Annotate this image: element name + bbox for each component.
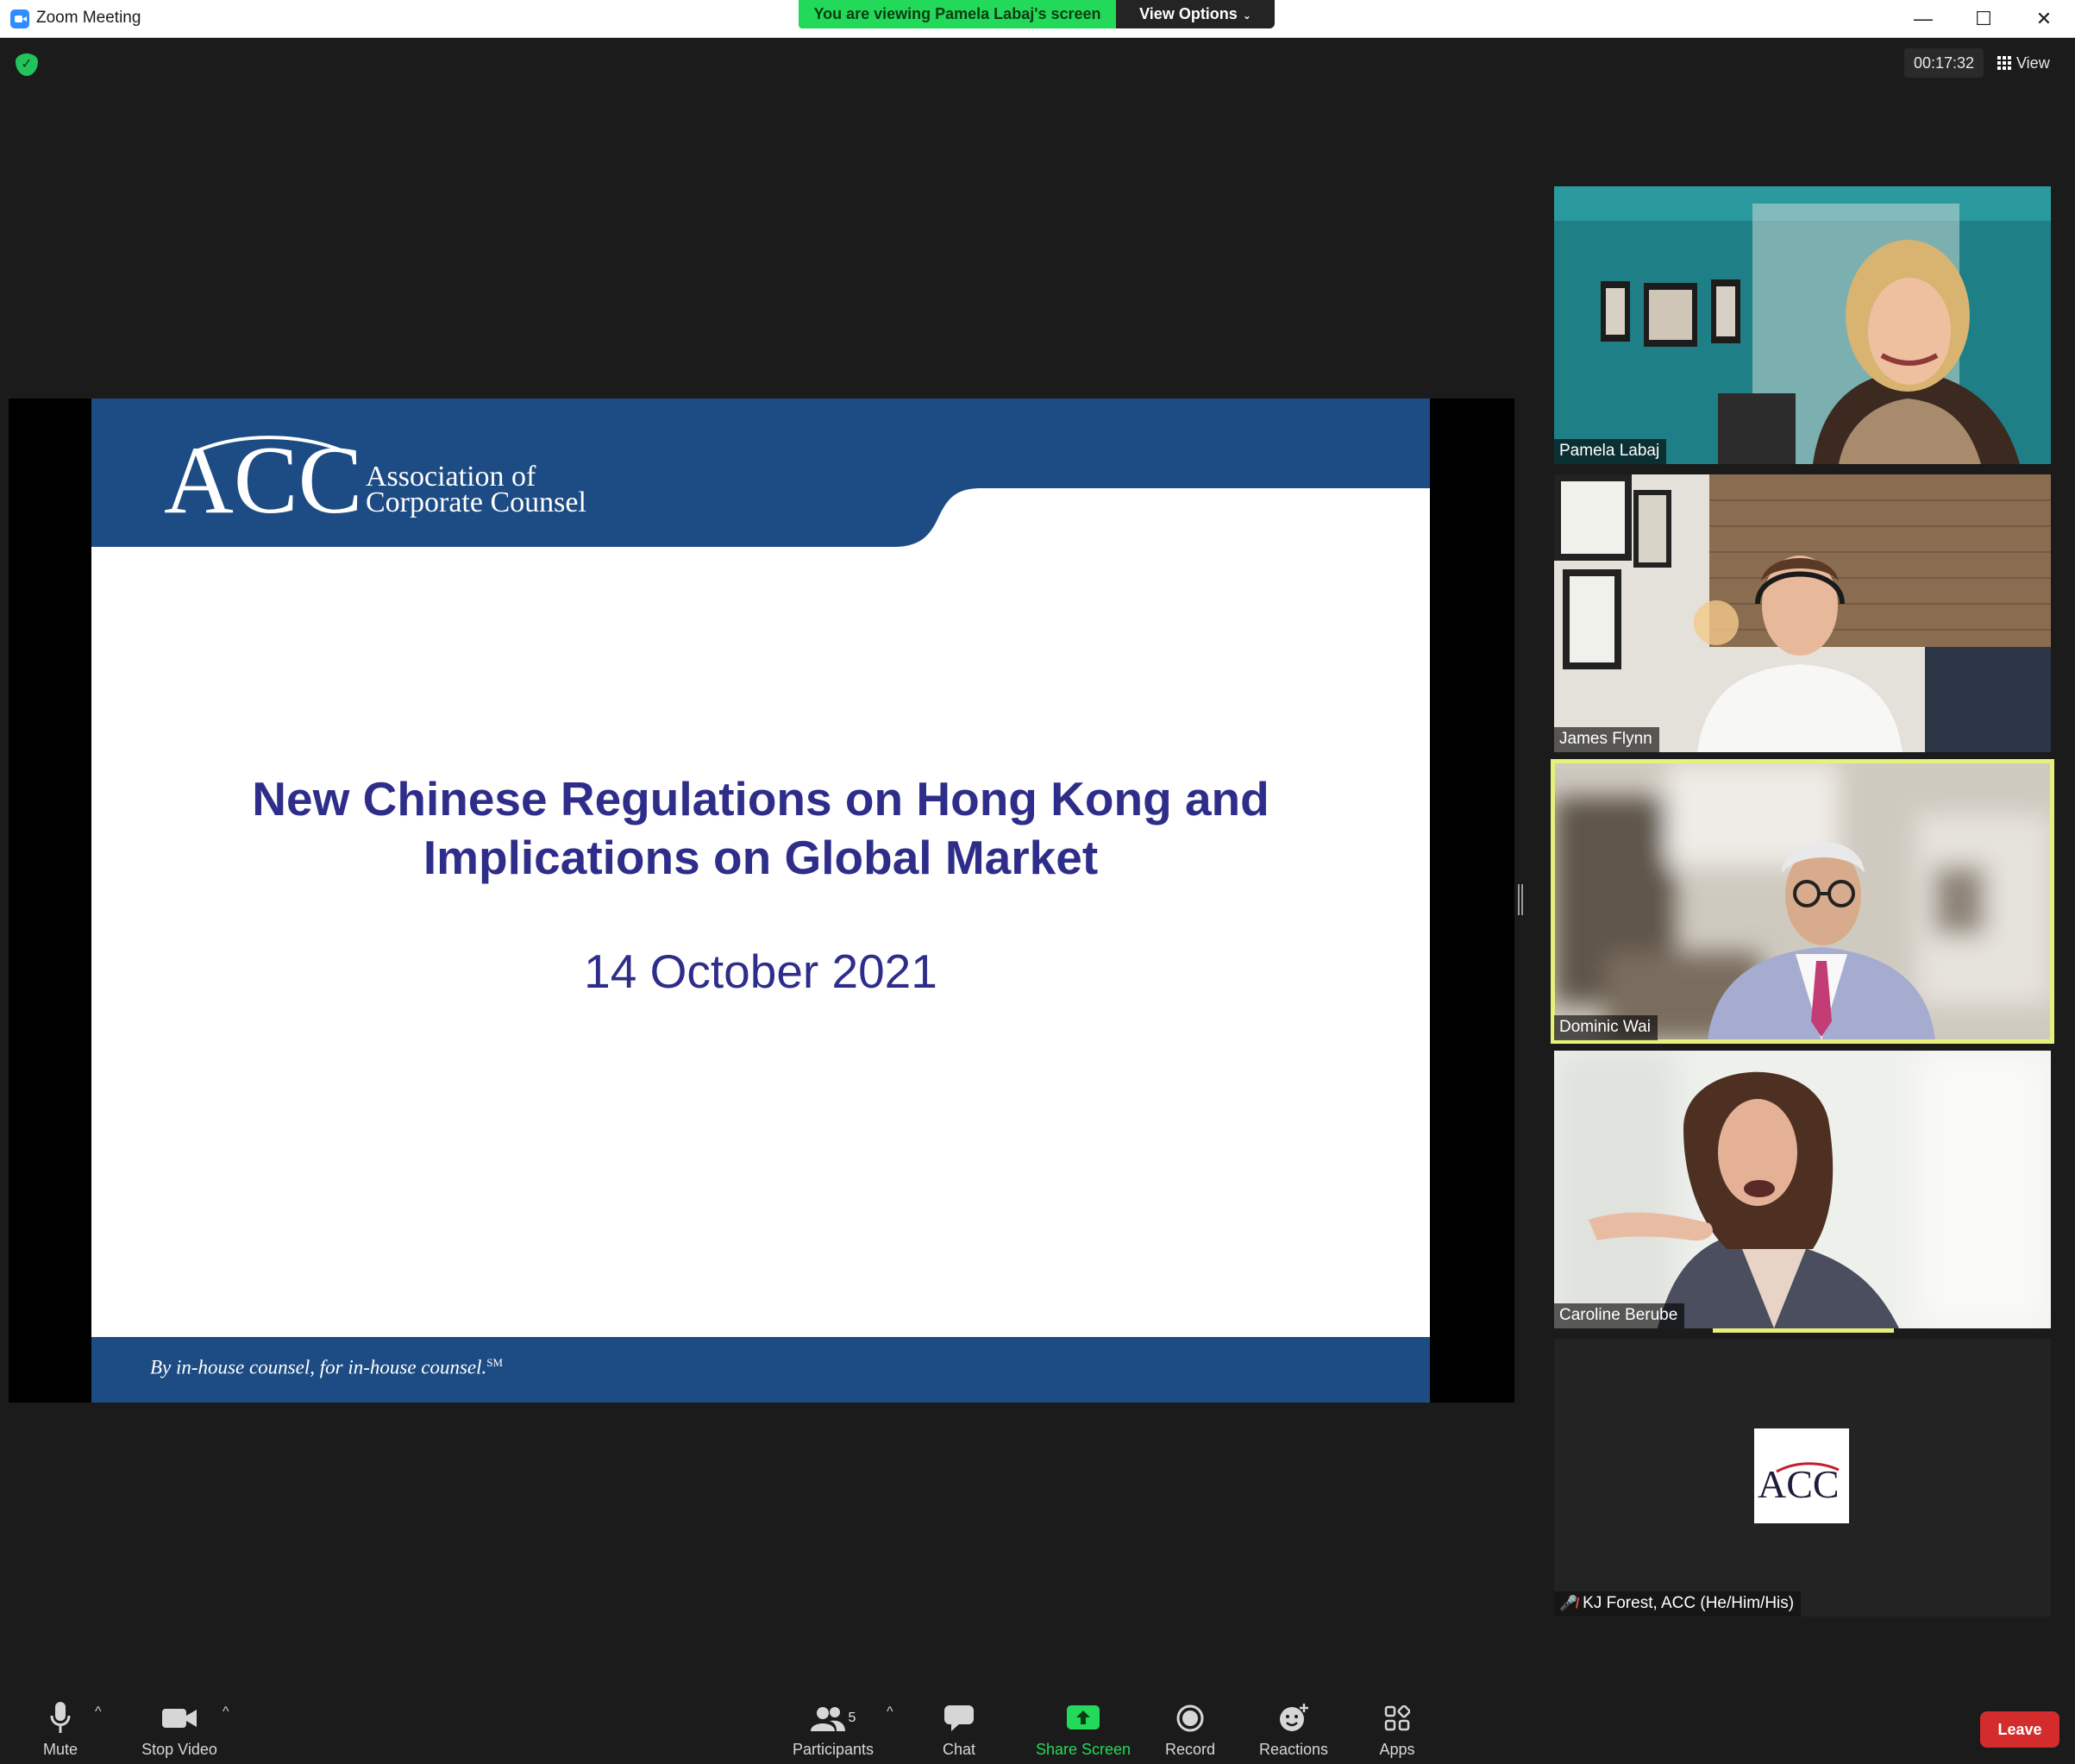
minimize-button[interactable]: —	[1897, 0, 1949, 38]
view-options-label: View Options	[1139, 5, 1238, 22]
apps-button[interactable]: Apps	[1345, 1701, 1449, 1759]
meeting-timer: 00:17:32	[1904, 48, 1984, 78]
stop-video-button[interactable]: Stop Video	[128, 1701, 231, 1759]
reactions-button[interactable]: Reactions	[1242, 1701, 1345, 1759]
stop-video-label: Stop Video	[141, 1741, 217, 1758]
participant-tile-dominic-wai[interactable]: Dominic Wai	[1551, 759, 2054, 1044]
participant-tile-kj-forest[interactable]: ACC 🎤̸ KJ Forest, ACC (He/Him/His)	[1554, 1339, 2051, 1616]
view-button[interactable]: View	[1997, 48, 2066, 78]
share-screen-label: Share Screen	[1035, 1741, 1132, 1758]
chat-label: Chat	[942, 1741, 976, 1758]
security-shield-icon[interactable]: ✓	[16, 53, 38, 76]
video-feed-dominic	[1554, 763, 2051, 1040]
participant-tile-caroline-berube[interactable]: Caroline Berube	[1554, 1051, 2051, 1328]
participant-name: James Flynn	[1554, 727, 1659, 752]
reactions-label: Reactions	[1258, 1741, 1329, 1758]
apps-icon	[1345, 1701, 1449, 1736]
avatar-letters: ACC	[1758, 1462, 1840, 1506]
maximize-button[interactable]: ☐	[1958, 0, 2009, 38]
participant-name: Dominic Wai	[1554, 1015, 1658, 1040]
smiley-plus-icon	[1242, 1701, 1345, 1736]
acc-logo: ACC	[164, 423, 362, 534]
acc-logo-letters: ACC	[164, 427, 362, 518]
leave-button[interactable]: Leave	[1980, 1711, 2059, 1748]
slide-tagline: By in-house counsel, for in-house counse…	[150, 1356, 503, 1379]
slide-title-line-1: New Chinese Regulations on Hong Kong and	[252, 772, 1269, 826]
close-button[interactable]: ✕	[2018, 0, 2070, 38]
slide-date: 14 October 2021	[584, 945, 937, 998]
participant-avatar: ACC	[1754, 1428, 1849, 1523]
participants-count: 5	[848, 1711, 856, 1725]
org-line-2: Corporate Counsel	[366, 487, 586, 518]
record-icon	[1138, 1701, 1242, 1736]
shared-screen[interactable]: ACC Association of Corporate Counsel New…	[9, 399, 1514, 1403]
audio-options-caret[interactable]: ^	[95, 1704, 102, 1720]
meeting-toolbar: Mute ^ Stop Video ^ 5 Participants ^ Cha…	[0, 1692, 2075, 1764]
chat-button[interactable]: Chat	[907, 1701, 1011, 1759]
video-feed-caroline	[1554, 1051, 2051, 1328]
title-bar: Zoom Meeting You are viewing Pamela Laba…	[0, 0, 2075, 38]
video-camera-icon	[128, 1701, 231, 1736]
window-title: Zoom Meeting	[36, 9, 141, 27]
chevron-down-icon: ⌄	[1242, 9, 1251, 22]
slide-title: New Chinese Regulations on Hong Kong and…	[91, 769, 1430, 887]
participants-label: Participants	[792, 1741, 875, 1758]
participant-name: KJ Forest, ACC (He/Him/His)	[1583, 1594, 1795, 1612]
participants-options-caret[interactable]: ^	[887, 1704, 893, 1720]
share-screen-icon	[1023, 1701, 1144, 1736]
grid-icon	[1997, 56, 2011, 70]
view-options-button[interactable]: View Options ⌄	[1116, 0, 1275, 28]
participant-name: Pamela Labaj	[1554, 439, 1667, 464]
participants-icon: 5	[773, 1701, 893, 1736]
mute-label: Mute	[42, 1741, 78, 1758]
muted-mic-icon: 🎤̸	[1559, 1595, 1578, 1611]
slide-footer: By in-house counsel, for in-house counse…	[91, 1337, 1430, 1403]
video-options-caret[interactable]: ^	[223, 1704, 229, 1720]
participant-name: Caroline Berube	[1554, 1303, 1685, 1328]
video-feed-james	[1554, 474, 2051, 752]
share-screen-button[interactable]: Share Screen	[1023, 1701, 1144, 1759]
organization-name: Association of Corporate Counsel	[366, 462, 586, 518]
chat-bubble-icon	[907, 1701, 1011, 1736]
apps-label: Apps	[1379, 1741, 1415, 1758]
participants-button[interactable]: 5 Participants	[773, 1701, 893, 1759]
record-button[interactable]: Record	[1138, 1701, 1242, 1759]
service-mark: SM	[486, 1356, 504, 1369]
participant-tile-pamela-labaj[interactable]: Pamela Labaj	[1554, 186, 2051, 464]
screen-share-banner: You are viewing Pamela Labaj's screen	[799, 0, 1116, 28]
record-label: Record	[1164, 1741, 1216, 1758]
participant-name-row: 🎤̸ KJ Forest, ACC (He/Him/His)	[1554, 1591, 1802, 1616]
video-feed-pamela	[1554, 186, 2051, 464]
panel-resize-handle[interactable]	[1518, 884, 1523, 915]
speaking-indicator	[1713, 1328, 1894, 1333]
view-label: View	[2016, 54, 2050, 72]
tagline-text: By in-house counsel, for in-house counse…	[150, 1356, 487, 1378]
presentation-slide: ACC Association of Corporate Counsel New…	[91, 399, 1430, 1403]
slide-title-line-2: Implications on Global Market	[423, 831, 1099, 884]
zoom-app-icon	[10, 9, 29, 28]
participant-tile-james-flynn[interactable]: James Flynn	[1554, 474, 2051, 752]
